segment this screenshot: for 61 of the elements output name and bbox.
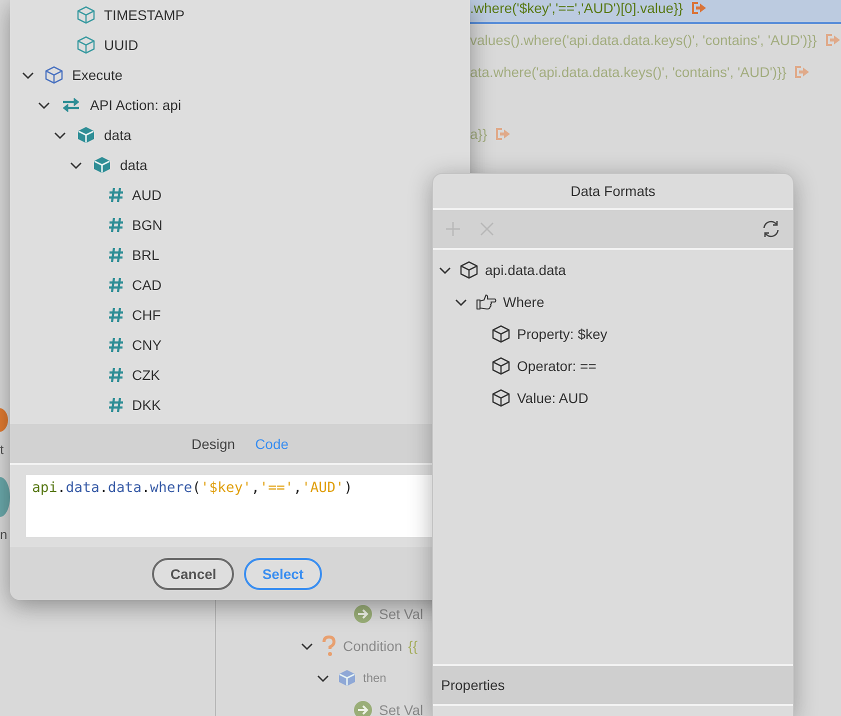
tree-item[interactable]: CZK: [84, 360, 160, 390]
tree-item[interactable]: TIMESTAMP: [52, 0, 185, 30]
expression-text: {{: [408, 638, 418, 654]
expression-text: ata.where('api.data.data.keys()', 'contains', 'AUD')}}: [470, 64, 786, 80]
tab[interactable]: Design: [187, 434, 240, 454]
hash-icon: [108, 396, 124, 414]
tree-item[interactable]: DKK: [84, 390, 161, 420]
tree-item[interactable]: AUD: [84, 180, 162, 210]
hash-icon: [108, 276, 124, 294]
cancel-button[interactable]: Cancel: [152, 558, 234, 590]
cube-icon: [76, 125, 96, 145]
cube-icon: [76, 35, 96, 55]
tree-item[interactable]: data: [68, 150, 148, 180]
hash-icon: [108, 216, 124, 234]
hash-icon: [108, 306, 124, 324]
code-line: api.data.data.where('$key','==','AUD'): [32, 480, 354, 496]
expression-text: .where('$key','==','AUD')[0].value}}: [470, 0, 683, 16]
cube-icon: [337, 668, 357, 688]
tree-item[interactable]: CAD: [84, 270, 162, 300]
tree-item[interactable]: Value: AUD: [469, 382, 588, 414]
tree-item[interactable]: CHF: [84, 300, 161, 330]
tree-item[interactable]: BGN: [84, 210, 162, 240]
hash-icon: [108, 246, 124, 264]
hash-icon: [108, 336, 124, 354]
pointing-hand-icon: [475, 293, 497, 311]
tree-item[interactable]: API Action: api: [36, 90, 182, 120]
cube-icon: [92, 155, 112, 175]
expression-text: a}}: [470, 126, 488, 142]
arrows-icon: [60, 96, 82, 114]
cube-icon: [491, 388, 511, 408]
tree-item[interactable]: Operator: ==: [469, 350, 596, 382]
exit-arrow-icon: [824, 33, 841, 47]
flow-label: Set Val: [379, 702, 424, 716]
label-text: n: [0, 527, 8, 542]
cube-icon: [459, 260, 479, 280]
label-text: t: [0, 442, 4, 457]
tree-item[interactable]: CNY: [84, 330, 162, 360]
flow-label: Condition: [343, 638, 402, 654]
arrow-circle-icon: [353, 604, 373, 624]
properties-header[interactable]: Properties: [433, 664, 793, 706]
hash-icon: [108, 186, 124, 204]
exit-arrow-icon: [690, 1, 707, 15]
expression-text: values().where('api.data.data.keys()', 'contains', 'AUD')}}: [470, 32, 817, 48]
tree-item[interactable]: data: [52, 120, 132, 150]
tree-item[interactable]: Where: [453, 286, 544, 318]
tree-item[interactable]: api.data.data: [437, 254, 566, 286]
tree-item[interactable]: Execute: [20, 60, 123, 90]
exit-arrow-icon: [794, 65, 810, 79]
hash-icon: [108, 366, 124, 384]
cube-icon: [76, 5, 96, 25]
refresh-icon[interactable]: [761, 219, 781, 239]
cube-icon: [44, 65, 64, 85]
flow-label: then: [363, 671, 386, 685]
tree-item[interactable]: UUID: [52, 30, 138, 60]
cube-icon: [491, 356, 511, 376]
tree-item[interactable]: Property: $key: [469, 318, 608, 350]
cube-icon: [491, 324, 511, 344]
tree-item[interactable]: BRL: [84, 240, 160, 270]
question-icon: [321, 635, 337, 657]
exit-arrow-icon: [495, 127, 512, 141]
flow-label: Set Val: [379, 606, 424, 622]
